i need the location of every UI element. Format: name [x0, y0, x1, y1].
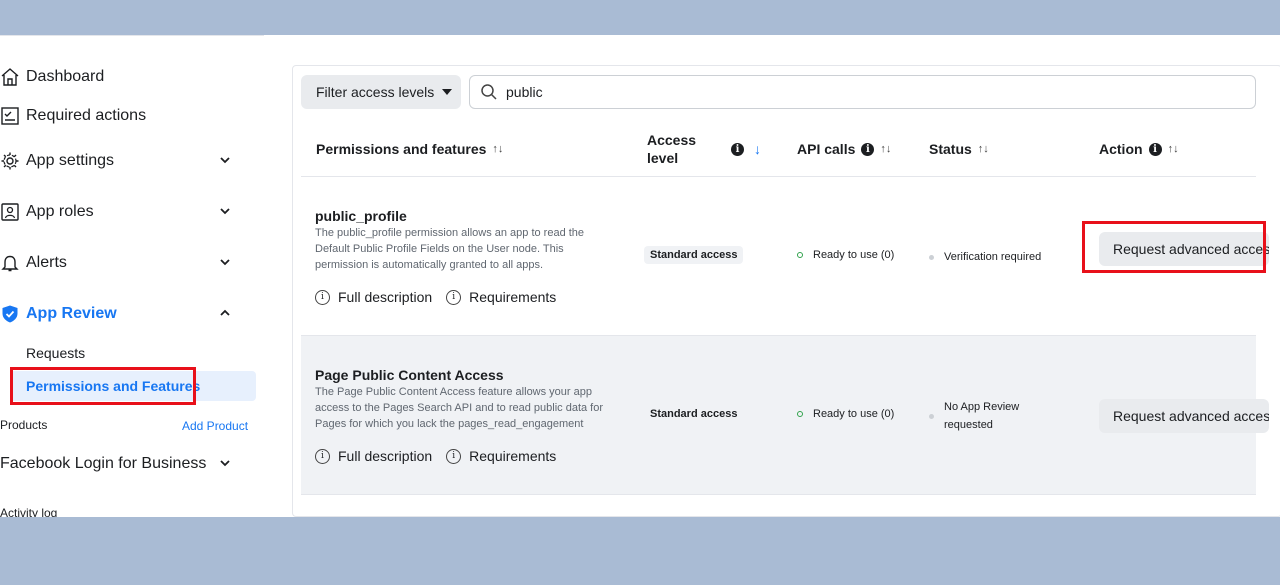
main-content: Filter access levels Permissions and fea… [264, 35, 1280, 517]
search-icon [481, 84, 497, 100]
sidebar-item-label: Required actions [26, 107, 147, 124]
search-input[interactable] [506, 84, 1206, 100]
full-description-link[interactable]: i Full description [315, 448, 432, 464]
request-advanced-access-button[interactable]: Request advanced access [1099, 399, 1269, 433]
filter-access-levels-button[interactable]: Filter access levels [301, 75, 461, 109]
home-icon [0, 67, 20, 87]
full-description-link[interactable]: i Full description [315, 289, 432, 305]
sidebar-item-alerts[interactable]: Alerts [0, 245, 250, 281]
permission-name: public_profile [315, 208, 407, 224]
api-calls-label: Ready to use (0) [813, 249, 895, 261]
requirements-link[interactable]: i Requirements [446, 448, 556, 464]
status-label: Verification required [944, 251, 1042, 263]
header-action[interactable]: Action i ↑↓ [1099, 124, 1179, 174]
info-icon[interactable]: i [861, 142, 875, 156]
sidebar-item-app-settings[interactable]: App settings [0, 143, 250, 179]
permissions-panel: Filter access levels Permissions and fea… [292, 65, 1280, 517]
info-outline-icon: i [446, 289, 462, 305]
header-label: Status [929, 141, 972, 157]
info-icon[interactable]: i [1148, 142, 1162, 156]
review-status: No App Review requested [929, 398, 1044, 434]
permission-name: Page Public Content Access [315, 367, 504, 383]
products-label: Products [0, 418, 48, 432]
activity-log-link[interactable]: Activity log [0, 506, 57, 517]
permission-description: The public_profile permission allows an … [315, 227, 585, 271]
header-api-calls[interactable]: API calls i ↑↓ [797, 124, 891, 174]
sort-icon: ↑↓ [1167, 143, 1179, 155]
info-icon[interactable]: i [731, 142, 744, 156]
id-card-icon [0, 202, 20, 222]
sidebar-item-app-review[interactable]: App Review [0, 296, 250, 332]
filter-label: Filter access levels [316, 84, 435, 100]
row-links: i Full description i Requirements [315, 448, 570, 464]
button-label: Request advanced access [1113, 408, 1269, 424]
chevron-down-icon[interactable] [218, 255, 232, 269]
status-dot-icon [929, 254, 934, 260]
checklist-icon [0, 106, 20, 126]
bell-icon [0, 253, 20, 273]
request-advanced-access-button[interactable]: Request advanced access [1099, 232, 1269, 266]
sidebar-item-app-roles[interactable]: App roles [0, 194, 250, 230]
header-label: Access level [647, 132, 697, 166]
info-outline-icon: i [315, 289, 330, 305]
link-label: Requirements [469, 289, 557, 305]
sort-icon: ↑↓ [977, 143, 989, 155]
header-label: Action [1099, 141, 1143, 157]
api-calls-label: Ready to use (0) [813, 408, 895, 420]
sidebar-item-label: App settings [26, 152, 115, 169]
sidebar-subitem-requests[interactable]: Requests [10, 338, 256, 368]
sidebar-subitem-permissions-and-features[interactable]: Permissions and Features [10, 371, 256, 401]
info-outline-icon: i [446, 448, 462, 464]
sidebar-subitem-label: Requests [26, 345, 86, 361]
api-calls-status: Ready to use (0) [797, 249, 894, 261]
api-calls-status: Ready to use (0) [797, 408, 894, 420]
caret-down-icon [442, 89, 453, 95]
header-permissions[interactable]: Permissions and features ↑↓ [316, 124, 503, 174]
review-status: Verification required [929, 248, 1041, 266]
sidebar-item-facebook-login[interactable]: Facebook Login for Business [0, 446, 250, 482]
chevron-down-icon[interactable] [218, 204, 232, 218]
add-product-link[interactable]: Add Product [182, 419, 248, 433]
row-divider [301, 494, 1256, 495]
link-label: Requirements [469, 448, 557, 464]
access-level-badge: Standard access [650, 408, 738, 420]
button-label: Request advanced access [1113, 241, 1269, 257]
app-window: Dashboard Required actions App settings … [0, 35, 1280, 517]
chevron-down-icon[interactable] [218, 456, 232, 470]
sort-icon: ↑↓ [492, 143, 504, 155]
gear-icon [0, 151, 20, 171]
ready-dot-icon [797, 411, 803, 417]
sidebar-subitem-label: Permissions and Features [26, 378, 201, 394]
header-status[interactable]: Status ↑↓ [929, 124, 989, 174]
info-outline-icon: i [315, 448, 330, 464]
header-label: Permissions and features [316, 141, 487, 157]
sidebar-item-label: Alerts [26, 254, 67, 271]
header-label: API calls [797, 141, 856, 157]
sidebar: Dashboard Required actions App settings … [0, 35, 264, 517]
header-access-level[interactable]: Access level i ↓ [647, 124, 769, 174]
sidebar-item-label: App Review [26, 305, 117, 322]
sidebar-item-required-actions[interactable]: Required actions [0, 98, 250, 134]
chevron-up-icon[interactable] [218, 306, 232, 320]
table-row: public_profile The public_profile permis… [301, 177, 1269, 335]
status-dot-icon [929, 413, 934, 419]
ready-dot-icon [797, 252, 803, 258]
sidebar-item-dashboard[interactable]: Dashboard [0, 59, 250, 95]
link-label: Full description [338, 448, 433, 464]
table-row: Page Public Content Access The Page Publ… [301, 336, 1269, 494]
sidebar-item-label: Facebook Login for Business [0, 455, 207, 472]
status-label: No App Review requested [944, 401, 1020, 431]
sort-down-icon: ↓ [754, 141, 761, 157]
shield-check-icon [0, 304, 20, 324]
link-label: Full description [338, 289, 433, 305]
sort-icon: ↑↓ [880, 143, 892, 155]
sidebar-item-label: Dashboard [26, 68, 105, 85]
access-level-badge: Standard access [644, 246, 744, 264]
requirements-link[interactable]: i Requirements [446, 289, 556, 305]
chevron-down-icon[interactable] [218, 153, 232, 167]
row-links: i Full description i Requirements [315, 289, 570, 305]
sidebar-item-label: App roles [26, 203, 94, 220]
search-box [469, 75, 1256, 109]
permission-description: The Page Public Content Access feature a… [315, 386, 604, 430]
